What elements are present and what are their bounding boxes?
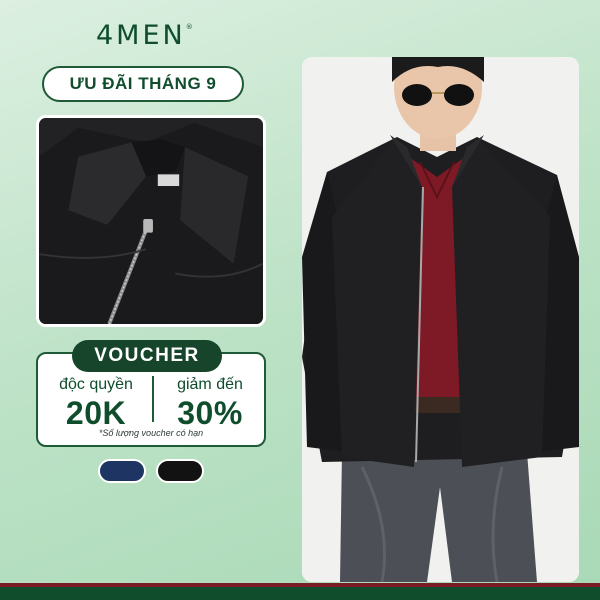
voucher-badge: VOUCHER <box>72 340 222 372</box>
product-detail-image[interactable] <box>36 115 266 327</box>
voucher-exclusive: độc quyền 20K <box>40 376 152 432</box>
model-photo[interactable] <box>302 57 579 582</box>
model-figure <box>302 57 579 582</box>
color-swatch-navy[interactable] <box>98 459 146 483</box>
voucher-discount: giảm đến 30% <box>154 376 266 432</box>
color-swatch-black[interactable] <box>156 459 204 483</box>
voucher-left-value: 20K <box>65 395 127 431</box>
brand-logo: 4MEN® <box>96 20 206 52</box>
voucher-note: *Số lượng voucher có hạn <box>98 428 204 438</box>
footer-stripe-green <box>0 587 600 600</box>
voucher-right-value: 30% <box>177 395 243 431</box>
promo-title: ƯU ĐÃI THÁNG 9 <box>42 66 244 102</box>
trademark-symbol: ® <box>185 23 193 31</box>
voucher-left-label: độc quyền <box>59 376 133 393</box>
brand-name: 4MEN <box>96 20 186 51</box>
voucher-right-label: giảm đến <box>177 376 243 393</box>
jacket-collar-closeup <box>39 118 263 324</box>
